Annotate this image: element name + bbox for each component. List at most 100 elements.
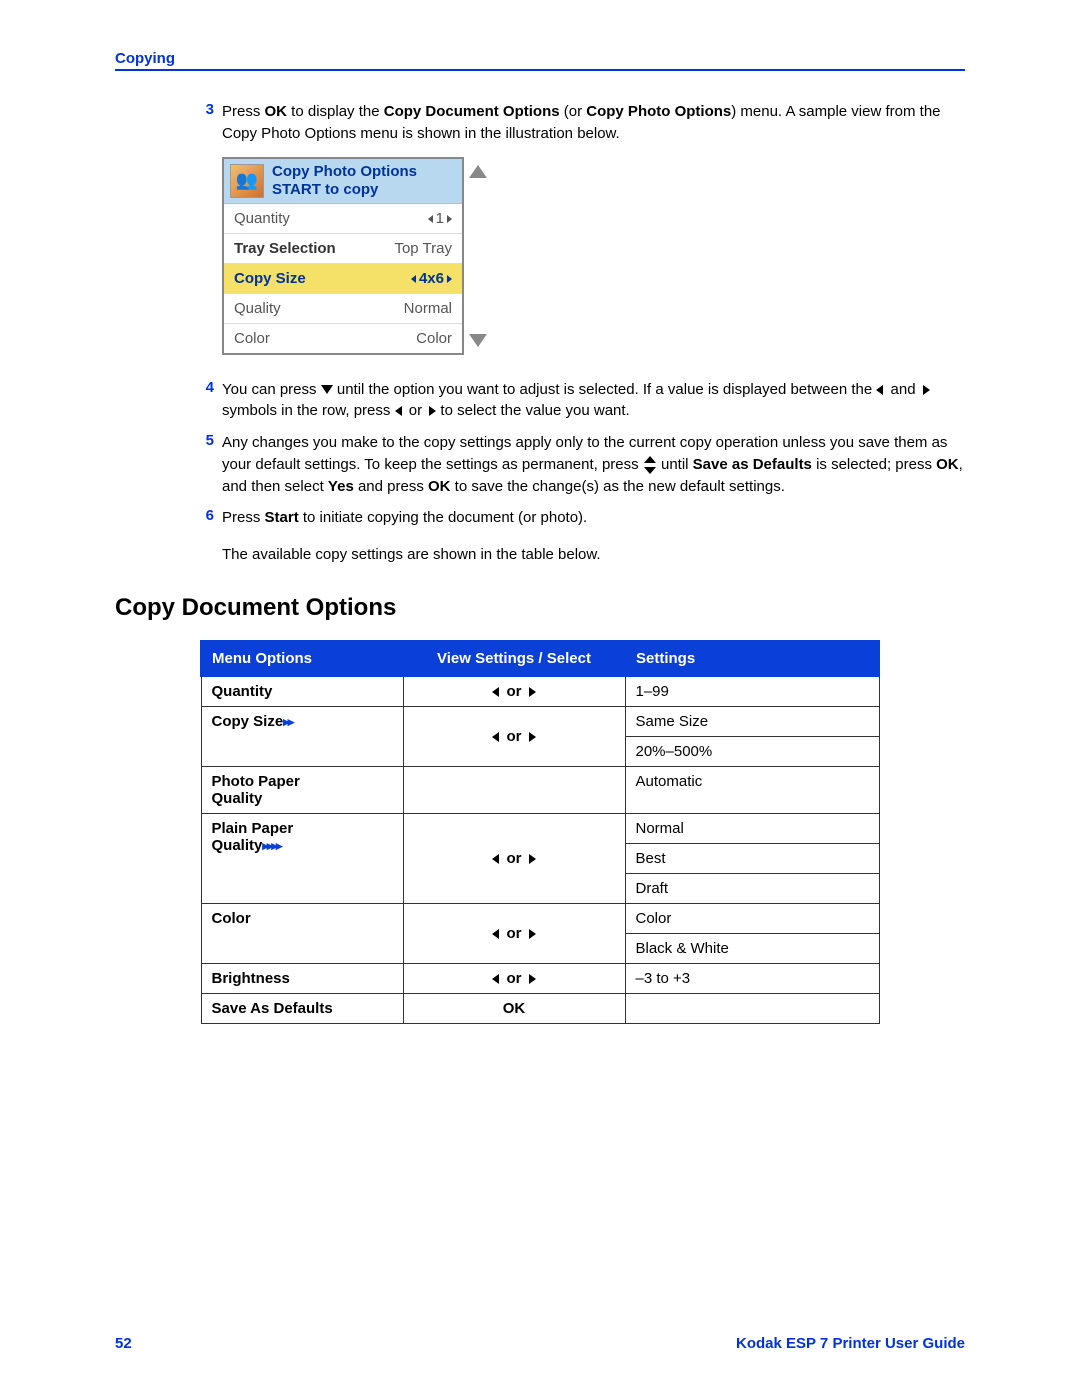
- option-label: Brightness: [212, 970, 290, 987]
- lcd-row-color: Color Color: [224, 324, 462, 353]
- text: You can press: [222, 381, 321, 398]
- step-4: 4 You can press until the option you wan…: [190, 379, 965, 423]
- lcd-row-quantity: Quantity 1: [224, 204, 462, 234]
- footnote-icon: ▸▸▸▸: [262, 838, 280, 853]
- left-arrow-icon: [492, 854, 499, 864]
- lcd-row-tray: Tray Selection Top Tray: [224, 234, 462, 264]
- option-label: Color: [212, 910, 251, 927]
- down-arrow-icon: [321, 385, 333, 394]
- left-arrow-icon: [876, 385, 883, 395]
- setting-value: Normal: [625, 813, 879, 843]
- bold: Start: [265, 509, 299, 526]
- ok-text: OK: [503, 1000, 526, 1017]
- text: Press: [222, 103, 265, 120]
- option-label: Copy Size: [212, 713, 284, 730]
- left-arrow-icon: [395, 406, 402, 416]
- step-number: 5: [190, 432, 214, 497]
- text: Press: [222, 509, 265, 526]
- or-text: or: [507, 728, 522, 745]
- row-copysize-1: Copy Size▸▸ or Same Size: [201, 706, 879, 736]
- option-label: Quantity: [212, 683, 273, 700]
- row-photopaper: Photo PaperQuality Automatic: [201, 766, 879, 813]
- right-arrow-icon: [447, 275, 452, 283]
- setting-value: Color: [625, 903, 879, 933]
- step-body: You can press until the option you want …: [222, 379, 965, 423]
- setting-value: 20%–500%: [625, 736, 879, 766]
- left-arrow-icon: [411, 275, 416, 283]
- option-label: Photo Paper: [212, 773, 300, 790]
- scroll-up-icon: [469, 165, 487, 178]
- lcd-label: Tray Selection: [234, 240, 336, 257]
- right-arrow-icon: [529, 854, 536, 864]
- or-text: or: [507, 850, 522, 867]
- scroll-down-icon: [469, 334, 487, 347]
- setting-value: Draft: [625, 873, 879, 903]
- text: to initiate copying the document (or pho…: [299, 509, 588, 526]
- photo-icon: 👥: [230, 164, 264, 198]
- text: and press: [354, 478, 428, 495]
- right-arrow-icon: [529, 974, 536, 984]
- setting-value: Same Size: [625, 706, 879, 736]
- guide-title: Kodak ESP 7 Printer User Guide: [736, 1335, 965, 1352]
- lcd-row-copysize: Copy Size 4x6: [224, 264, 462, 294]
- lcd-screen: 👥 Copy Photo Options START to copy Quant…: [222, 157, 464, 355]
- or-text: or: [507, 683, 522, 700]
- text: until the option you want to adjust is s…: [333, 381, 877, 398]
- lcd-label: Color: [234, 330, 270, 347]
- bold: OK: [936, 456, 959, 473]
- row-quantity: Quantity or 1–99: [201, 676, 879, 707]
- text: is selected; press: [812, 456, 936, 473]
- lcd-scrollbar: [464, 157, 492, 355]
- step-body: Press Start to initiate copying the docu…: [222, 507, 965, 529]
- page-number: 52: [115, 1335, 132, 1352]
- text: to select the value you want.: [436, 402, 629, 419]
- left-arrow-icon: [492, 732, 499, 742]
- step-number: 6: [190, 507, 214, 529]
- text: symbols in the row, press: [222, 402, 395, 419]
- page-footer: 52 Kodak ESP 7 Printer User Guide: [115, 1335, 965, 1352]
- option-label: Quality: [212, 790, 263, 807]
- section-header: Copying: [115, 50, 965, 67]
- row-plainpaper-1: Plain PaperQuality▸▸▸▸ or Normal: [201, 813, 879, 843]
- th-settings: Settings: [625, 641, 879, 676]
- row-brightness: Brightness or –3 to +3: [201, 963, 879, 993]
- lcd-label: Quality: [234, 300, 281, 317]
- setting-value: –3 to +3: [625, 963, 879, 993]
- text: (or: [560, 103, 587, 120]
- right-arrow-icon: [923, 385, 930, 395]
- step-number: 3: [190, 101, 214, 145]
- text: to display the: [287, 103, 384, 120]
- bold: OK: [428, 478, 451, 495]
- lcd-value: Color: [416, 330, 452, 347]
- lcd-value: Normal: [404, 300, 452, 317]
- text: or: [405, 402, 427, 419]
- footnote-icon: ▸▸: [283, 714, 292, 729]
- bold: Copy Photo Options: [586, 103, 731, 120]
- setting-value: Automatic: [625, 766, 879, 813]
- bold: OK: [265, 103, 288, 120]
- lcd-value: 1: [436, 210, 444, 227]
- step-5: 5 Any changes you make to the copy setti…: [190, 432, 965, 497]
- right-arrow-icon: [447, 215, 452, 223]
- right-arrow-icon: [529, 687, 536, 697]
- right-arrow-icon: [529, 732, 536, 742]
- lcd-value: Top Tray: [394, 240, 452, 257]
- option-label: Plain Paper: [212, 820, 294, 837]
- section-title: Copy Document Options: [115, 594, 965, 622]
- row-color-1: Color or Color: [201, 903, 879, 933]
- lcd-row-quality: Quality Normal: [224, 294, 462, 324]
- th-view-settings: View Settings / Select: [403, 641, 625, 676]
- lcd-label: Copy Size: [234, 270, 306, 287]
- options-table: Menu Options View Settings / Select Sett…: [200, 640, 880, 1024]
- lcd-title-2: START to copy: [272, 181, 417, 199]
- lcd-value: 4x6: [419, 270, 444, 287]
- right-arrow-icon: [529, 929, 536, 939]
- step-3: 3 Press OK to display the Copy Document …: [190, 101, 965, 145]
- step-6-note: The available copy settings are shown in…: [222, 544, 965, 566]
- bold: Copy Document Options: [384, 103, 560, 120]
- step-6: 6 Press Start to initiate copying the do…: [190, 507, 965, 529]
- option-label: Quality: [212, 837, 263, 854]
- text: and: [886, 381, 919, 398]
- or-text: or: [507, 970, 522, 987]
- updown-arrow-icon: [643, 457, 657, 473]
